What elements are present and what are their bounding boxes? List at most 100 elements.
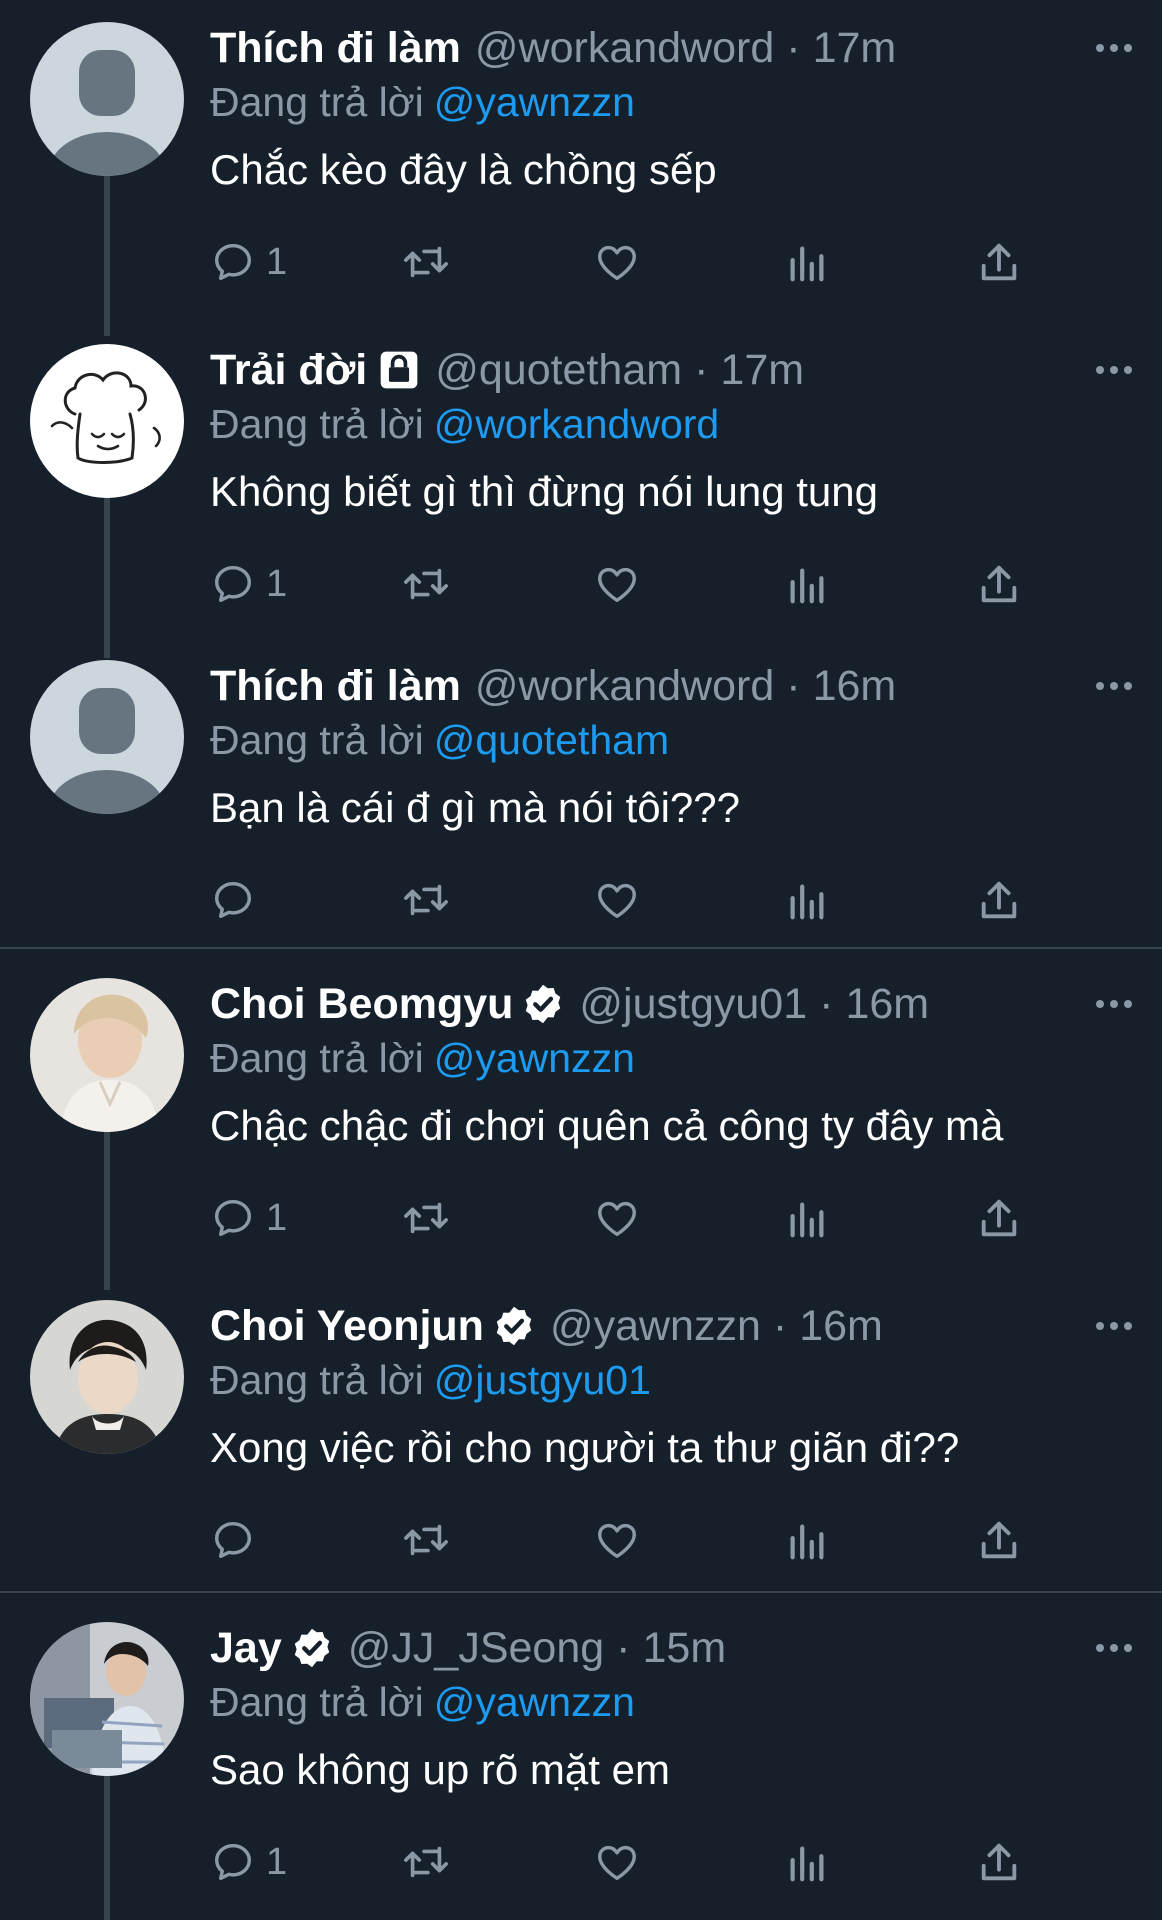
retweet-icon (404, 246, 448, 278)
share-button[interactable] (976, 236, 1022, 288)
share-icon (981, 565, 1017, 603)
like-button[interactable] (593, 1514, 641, 1566)
timestamp[interactable]: 16m (799, 1300, 883, 1352)
analytics-icon (790, 568, 824, 604)
heart-icon (598, 883, 636, 919)
reply-to-handle[interactable]: @justgyu01 (434, 1357, 651, 1403)
reply-button[interactable]: 1 (210, 1836, 287, 1888)
more-options-icon[interactable] (1096, 344, 1132, 396)
share-icon (981, 1199, 1017, 1237)
like-button[interactable] (593, 1192, 641, 1244)
photo-avatar[interactable] (30, 978, 184, 1132)
display-name[interactable]: Thích đi làm (210, 22, 461, 74)
share-icon (981, 881, 1017, 919)
display-name[interactable]: Choi Yeonjun (210, 1300, 484, 1352)
user-handle[interactable]: @JJ_JSeong (348, 1622, 604, 1674)
display-name[interactable]: Jay (210, 1622, 282, 1674)
reply-to-handle[interactable]: @quotetham (434, 717, 669, 763)
retweet-button[interactable] (400, 1192, 452, 1244)
views-button[interactable] (786, 874, 828, 926)
share-button[interactable] (976, 1192, 1022, 1244)
views-button[interactable] (786, 1192, 828, 1244)
reply-button[interactable]: 1 (210, 1192, 287, 1244)
analytics-icon (790, 1524, 824, 1560)
separator-dot: · (786, 662, 801, 710)
share-icon (981, 1843, 1017, 1881)
more-options-icon[interactable] (1096, 978, 1132, 1030)
reply-button[interactable] (210, 1514, 266, 1566)
reply-button[interactable]: 1 (210, 236, 287, 288)
timestamp[interactable]: 16m (845, 978, 929, 1030)
replying-to-label: Đang trả lời (210, 717, 424, 763)
like-button[interactable] (593, 236, 641, 288)
like-button[interactable] (593, 874, 641, 926)
replying-to-label: Đang trả lời (210, 1679, 424, 1725)
tweet-text: Bạn là cái đ gì mà nói tôi??? (210, 784, 741, 831)
retweet-button[interactable] (400, 1836, 452, 1888)
tweet-text: Chậc chậc đi chơi quên cả công ty đây mà (210, 1102, 1004, 1149)
replying-to-label: Đang trả lời (210, 1357, 424, 1403)
reply-button[interactable]: 1 (210, 558, 287, 610)
views-button[interactable] (786, 558, 828, 610)
tweet-text: Xong việc rồi cho người ta thư giãn đi?? (210, 1424, 960, 1471)
verified-icon (496, 1306, 532, 1346)
user-handle[interactable]: @yawnzzn (550, 1300, 761, 1352)
reply-icon (214, 565, 252, 603)
more-options-icon[interactable] (1096, 1300, 1132, 1352)
separator-dot: · (772, 1302, 788, 1350)
tweet-text: Sao không up rõ mặt em (210, 1746, 670, 1793)
reply-to-handle[interactable]: @yawnzzn (434, 79, 635, 125)
replying-to-label: Đang trả lời (210, 1035, 424, 1081)
retweet-icon (404, 1524, 448, 1556)
reply-icon (214, 881, 252, 919)
reply-to-handle[interactable]: @yawnzzn (434, 1679, 635, 1725)
timestamp[interactable]: 15m (642, 1622, 726, 1674)
user-handle[interactable]: @workandword (475, 22, 774, 74)
user-handle[interactable]: @workandword (475, 660, 774, 712)
views-button[interactable] (786, 1514, 828, 1566)
like-button[interactable] (593, 558, 641, 610)
retweet-button[interactable] (400, 558, 452, 610)
default-avatar[interactable] (30, 660, 184, 814)
reply-icon (214, 243, 252, 281)
more-options-icon[interactable] (1096, 22, 1132, 74)
separator-dot: · (786, 24, 801, 72)
reply-icon (214, 1843, 252, 1881)
display-name[interactable]: Thích đi làm (210, 660, 461, 712)
share-button[interactable] (976, 874, 1022, 926)
chef-doodle-avatar[interactable] (30, 344, 184, 498)
reply-button[interactable] (210, 874, 266, 926)
photo-avatar[interactable] (30, 1300, 184, 1454)
reply-to-handle[interactable]: @yawnzzn (434, 1035, 635, 1081)
analytics-icon (790, 884, 824, 920)
timestamp[interactable]: 16m (813, 660, 897, 712)
more-options-icon[interactable] (1096, 660, 1132, 712)
share-button[interactable] (976, 558, 1022, 610)
retweet-button[interactable] (400, 1514, 452, 1566)
separator-dot: · (616, 1624, 631, 1672)
display-name[interactable]: Choi Beomgyu (210, 978, 513, 1030)
share-button[interactable] (976, 1836, 1022, 1888)
thread-line (104, 496, 110, 658)
display-name[interactable]: Trải đời (210, 344, 367, 396)
replying-to-label: Đang trả lời (210, 79, 424, 125)
heart-icon (598, 245, 636, 281)
like-button[interactable] (593, 1836, 641, 1888)
thread-line (104, 1770, 110, 1920)
photo-avatar[interactable] (30, 1622, 184, 1776)
timestamp[interactable]: 17m (813, 22, 897, 74)
views-button[interactable] (786, 236, 828, 288)
user-handle[interactable]: @justgyu01 (579, 978, 807, 1030)
share-button[interactable] (976, 1514, 1022, 1566)
default-avatar[interactable] (30, 22, 184, 176)
more-options-icon[interactable] (1096, 1622, 1132, 1674)
user-handle[interactable]: @quotetham (435, 344, 682, 396)
retweet-button[interactable] (400, 236, 452, 288)
replying-to-label: Đang trả lời (210, 401, 424, 447)
retweet-button[interactable] (400, 874, 452, 926)
views-button[interactable] (786, 1836, 828, 1888)
timestamp[interactable]: 17m (720, 344, 804, 396)
separator-dot: · (819, 980, 834, 1028)
analytics-icon (790, 1202, 824, 1238)
reply-to-handle[interactable]: @workandword (434, 401, 719, 447)
